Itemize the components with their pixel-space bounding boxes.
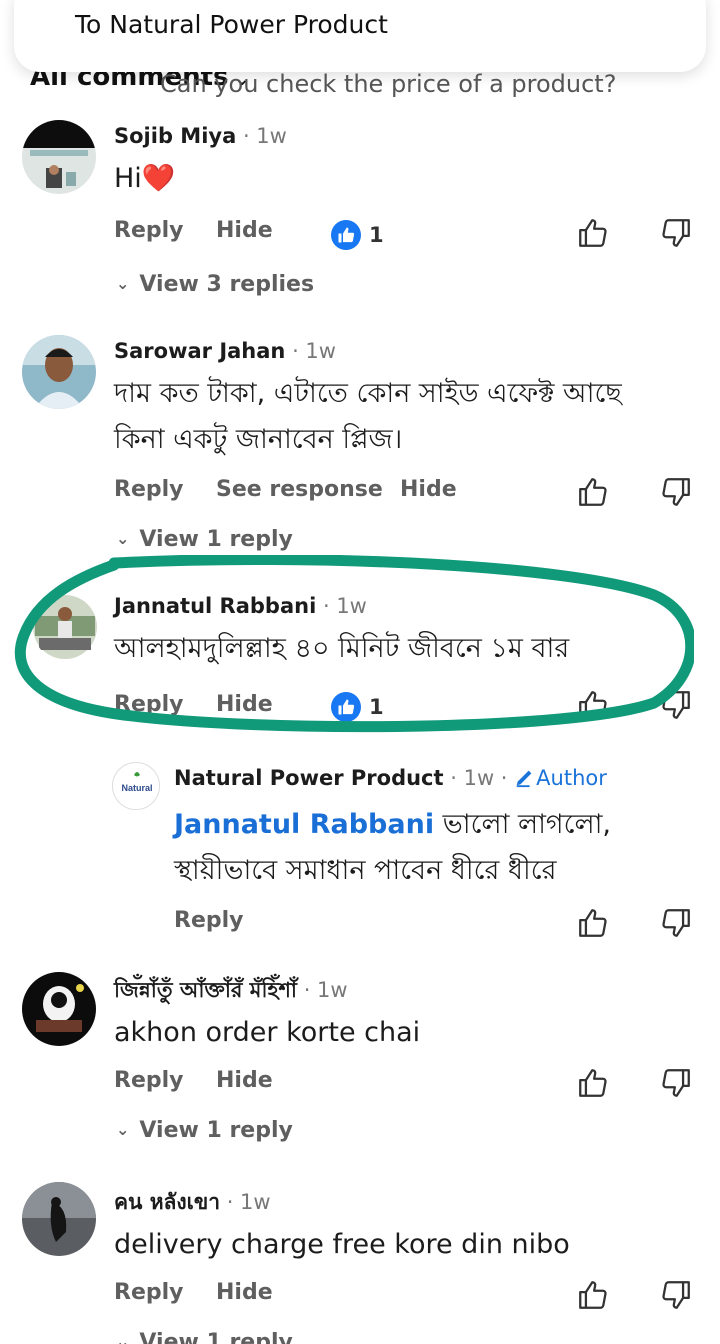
dislike-icon[interactable] xyxy=(659,216,693,250)
comment-author-line: জিঁন্নাঁতুঁ আঁক্তাঁরঁ মঁহিঁশাঁ · 1w xyxy=(114,974,348,1009)
comment-actions: Reply See response Hide xyxy=(114,477,474,507)
chevron-down-icon: ⌄ xyxy=(116,274,130,293)
like-count: 1 xyxy=(331,692,384,722)
see-response-button[interactable]: See response xyxy=(216,477,383,502)
comment-time: · 1w xyxy=(242,124,287,148)
comment-text-line: স্থায়ীভাবে সমাধান পাবেন ধীরে ধীরে xyxy=(174,855,557,886)
like-icon[interactable] xyxy=(576,688,610,722)
view-replies-button[interactable]: ⌄ View 1 reply xyxy=(116,1118,293,1143)
like-count-value: 1 xyxy=(369,695,384,719)
avatar[interactable] xyxy=(22,1182,96,1256)
pencil-icon xyxy=(516,770,532,788)
view-replies-label: View 1 reply xyxy=(139,1330,293,1344)
comments-page: To Natural Power Product Can you check t… xyxy=(0,0,720,1344)
page-avatar[interactable]: Natural xyxy=(112,762,160,810)
message-card-title: To Natural Power Product xyxy=(75,10,388,39)
hide-button[interactable]: Hide xyxy=(400,477,457,502)
author-badge: Author xyxy=(514,766,607,790)
chevron-down-icon: ⌄ xyxy=(116,1332,130,1344)
dislike-icon[interactable] xyxy=(659,1066,693,1100)
comment-text-line: দাম কত টাকা, এটাতে কোন সাইড এফেক্ট আছে xyxy=(114,378,622,409)
view-replies-label: View 1 reply xyxy=(139,527,293,552)
like-count: 1 xyxy=(331,220,384,250)
comment-author-line: คน หลังเขา · 1w xyxy=(114,1186,271,1219)
comment-time: · 1w xyxy=(322,594,367,618)
like-icon[interactable] xyxy=(576,1278,610,1312)
avatar[interactable] xyxy=(22,120,96,194)
comment-actions: Reply xyxy=(174,908,374,938)
comment-actions: Reply Hide xyxy=(114,1068,414,1098)
comment-text: Jannatul Rabbani ভালো লাগলো, স্থায়ীভাবে… xyxy=(174,802,611,894)
dislike-icon[interactable] xyxy=(659,475,693,509)
comment-text: delivery charge free kore din nibo xyxy=(114,1229,570,1260)
comment-time: · 1w · xyxy=(450,766,508,790)
comment-text: আলহামদুলিল্লাহ ৪০ মিনিট জীবনে ১ম বার xyxy=(114,633,570,664)
comment-time: · 1w xyxy=(303,978,348,1002)
comment-author[interactable]: Jannatul Rabbani xyxy=(114,594,316,618)
comment-author[interactable]: Natural Power Product xyxy=(174,766,444,790)
comment-text: akhon order korte chai xyxy=(114,1017,421,1048)
mention-link[interactable]: Jannatul Rabbani xyxy=(174,809,434,840)
hide-button[interactable]: Hide xyxy=(216,218,273,243)
brand-logo-text: Natural xyxy=(121,783,152,793)
comment-author[interactable]: Sarowar Jahan xyxy=(114,339,285,363)
like-icon[interactable] xyxy=(576,906,610,940)
view-replies-label: View 3 replies xyxy=(139,272,315,297)
view-replies-button[interactable]: ⌄ View 3 replies xyxy=(116,272,314,297)
comment-author-line: Natural Power Product · 1w · Author xyxy=(174,766,607,790)
hide-button[interactable]: Hide xyxy=(216,1280,273,1305)
comment-author-line: Sarowar Jahan · 1w xyxy=(114,339,336,363)
avatar[interactable] xyxy=(22,335,96,409)
dislike-icon[interactable] xyxy=(659,906,693,940)
hide-button[interactable]: Hide xyxy=(216,692,273,717)
reply-button[interactable]: Reply xyxy=(114,1068,184,1093)
view-replies-button[interactable]: ⌄ View 1 reply xyxy=(116,527,293,552)
chevron-down-icon: ⌄ xyxy=(116,529,130,548)
dislike-icon[interactable] xyxy=(659,1278,693,1312)
avatar[interactable] xyxy=(22,972,96,1046)
like-reaction-icon xyxy=(331,220,361,250)
author-badge-label: Author xyxy=(536,766,607,790)
reply-button[interactable]: Reply xyxy=(114,692,184,717)
comment-author-line: Jannatul Rabbani · 1w xyxy=(114,594,367,618)
comment-text-line: কিনা একটু জানাবেন প্লিজ। xyxy=(114,424,403,455)
like-icon[interactable] xyxy=(576,1066,610,1100)
chevron-down-icon: ⌄ xyxy=(116,1120,130,1139)
comment-text-line: ভালো লাগলো, xyxy=(434,809,612,840)
hide-button[interactable]: Hide xyxy=(216,1068,273,1093)
comment-author[interactable]: คน หลังเขา xyxy=(114,1190,220,1214)
like-icon[interactable] xyxy=(576,216,610,250)
comment-actions: Reply Hide xyxy=(114,1280,414,1310)
comment-text: Hi❤️ xyxy=(114,163,176,194)
reply-button[interactable]: Reply xyxy=(114,1280,184,1305)
message-card-subtitle[interactable]: Can you check the price of a product? xyxy=(160,70,616,98)
comment-author[interactable]: জিঁন্নাঁতুঁ আঁক্তাঁরঁ মঁহিঁশাঁ xyxy=(114,978,297,1002)
reply-button[interactable]: Reply xyxy=(114,218,184,243)
comment-author-line: Sojib Miya · 1w xyxy=(114,124,287,148)
view-replies-label: View 1 reply xyxy=(139,1118,293,1143)
like-count-value: 1 xyxy=(369,223,384,247)
reply-button[interactable]: Reply xyxy=(114,477,184,502)
dislike-icon[interactable] xyxy=(659,688,693,722)
like-reaction-icon xyxy=(331,692,361,722)
message-suggestion-card[interactable]: To Natural Power Product xyxy=(14,0,706,72)
like-icon[interactable] xyxy=(576,475,610,509)
view-replies-button[interactable]: ⌄ View 1 reply xyxy=(116,1330,293,1344)
comment-time: · 1w xyxy=(292,339,336,363)
comment-time: · 1w xyxy=(226,1190,271,1214)
avatar[interactable] xyxy=(33,590,107,664)
comment-author[interactable]: Sojib Miya xyxy=(114,124,236,148)
comment-text: দাম কত টাকা, এটাতে কোন সাইড এফেক্ট আছে ক… xyxy=(114,371,622,463)
reply-button[interactable]: Reply xyxy=(174,908,244,933)
